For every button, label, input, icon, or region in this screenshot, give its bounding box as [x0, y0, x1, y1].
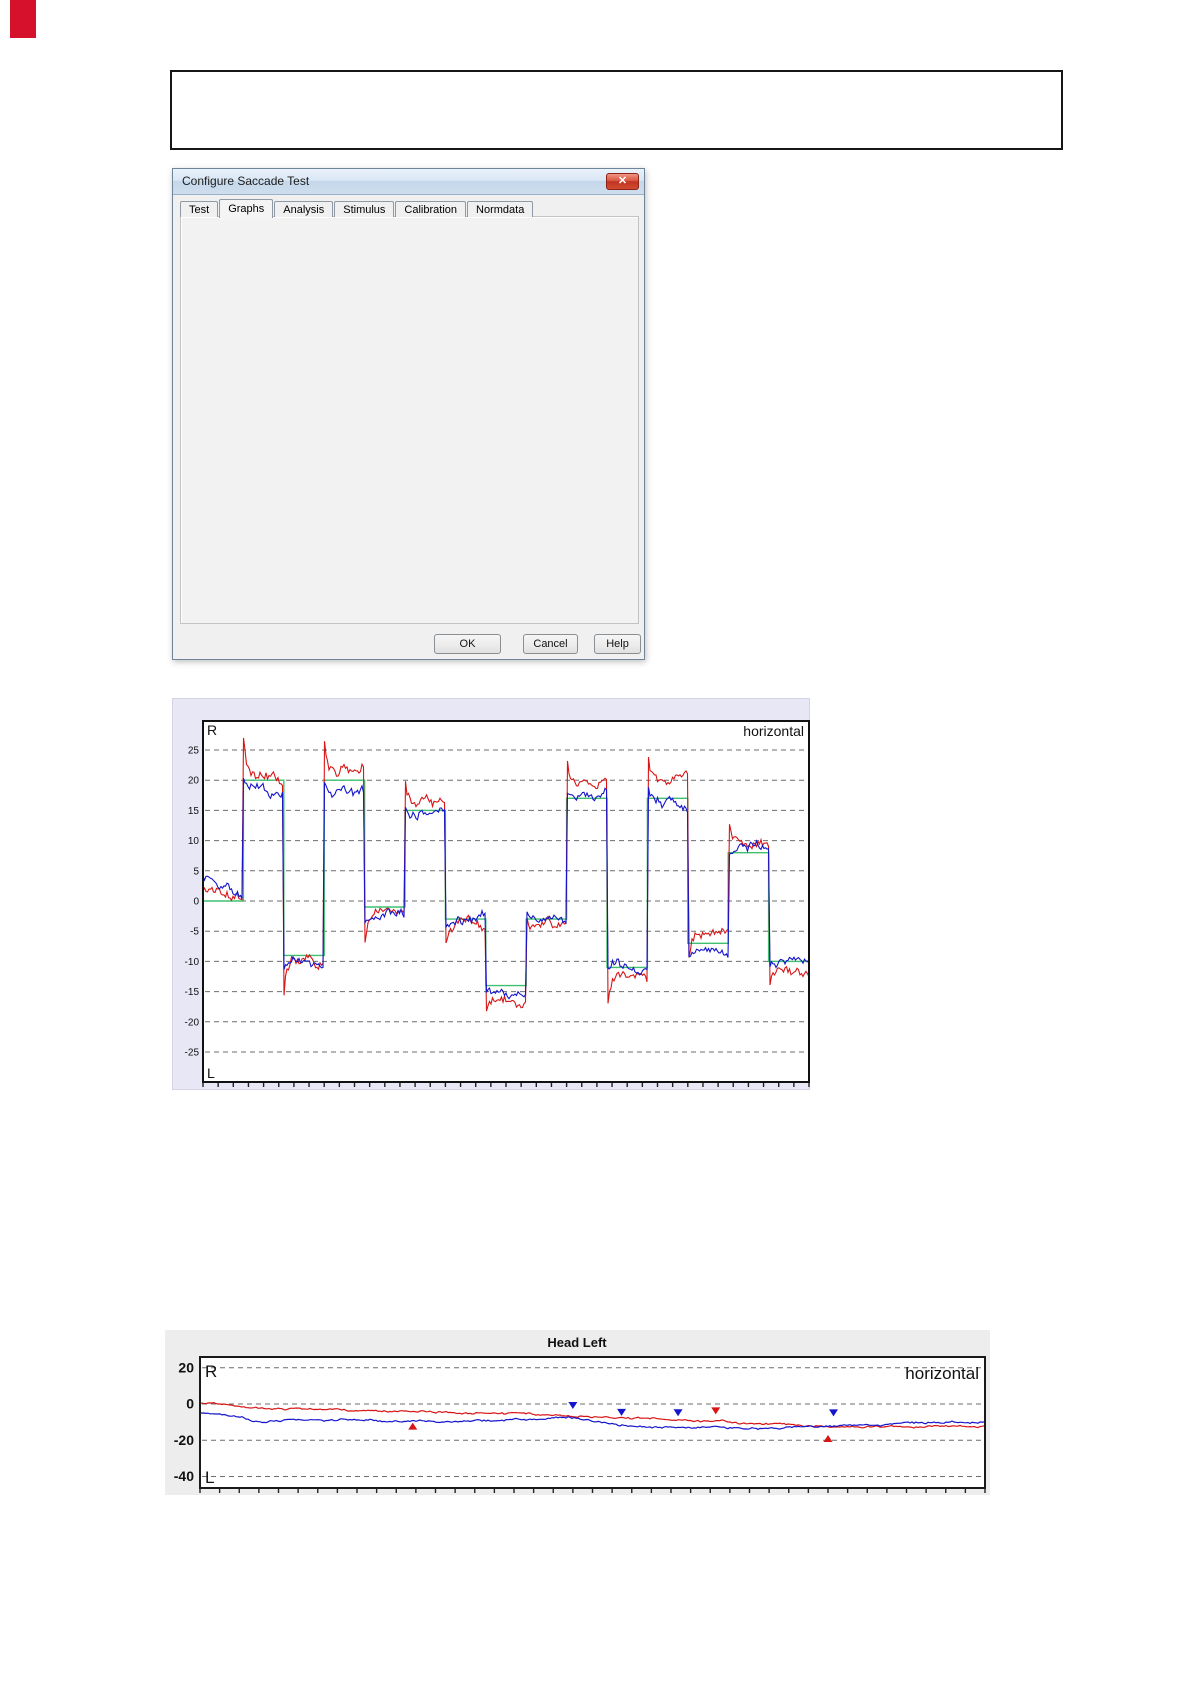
page-corner-red-mark — [10, 0, 36, 38]
y-tick-label: 25 — [188, 746, 200, 757]
chart-title: Head Left — [547, 1335, 607, 1350]
tab-calibration[interactable]: Calibration — [395, 201, 466, 217]
ok-button[interactable]: OK — [434, 634, 501, 654]
tab-stimulus[interactable]: Stimulus — [334, 201, 394, 217]
saccade-chart-svg: 25 20 15 10 5 0 -5 -10 -15 -20 -25 R Lhorizontal — [173, 699, 811, 1091]
left-direction-label: L — [205, 1468, 214, 1487]
dialog-titlebar[interactable]: Configure Saccade Test ✕ — [173, 169, 644, 195]
y-tick-label: -5 — [190, 927, 199, 938]
y-tick-label: 0 — [193, 897, 199, 908]
y-tick-label: -15 — [185, 987, 200, 998]
right-direction-label: R — [205, 1362, 217, 1381]
empty-header-box — [170, 70, 1063, 150]
horizontal-axis-label: horizontal — [743, 723, 804, 739]
cancel-button[interactable]: Cancel — [523, 634, 578, 654]
help-button[interactable]: Help — [594, 634, 641, 654]
y-tick-label: -40 — [174, 1468, 194, 1484]
head-left-chart-svg: Head Left 20 0 -20 -40 R Lhorizontal — [165, 1330, 990, 1495]
y-tick-label: 20 — [178, 1359, 194, 1375]
left-eye-direction-label: L — [207, 1065, 215, 1081]
saccade-position-chart: 25 20 15 10 5 0 -5 -10 -15 -20 -25 R Lhorizontal — [172, 698, 810, 1090]
y-tick-label: 0 — [186, 1396, 194, 1412]
configure-saccade-test-dialog: Configure Saccade Test ✕ TestGraphsAnaly… — [172, 168, 645, 660]
right-eye-direction-label: R — [207, 722, 217, 738]
head-left-chart: Head Left 20 0 -20 -40 R Lhorizontal — [165, 1330, 990, 1495]
dialog-title: Configure Saccade Test — [182, 169, 309, 194]
y-tick-label: 10 — [188, 836, 200, 847]
graphs-tab-page — [180, 216, 639, 624]
y-tick-label: -10 — [185, 957, 200, 968]
tab-test[interactable]: Test — [180, 201, 218, 217]
document-page: Configure Saccade Test ✕ TestGraphsAnaly… — [0, 0, 1191, 1684]
y-tick-label: -25 — [185, 1048, 200, 1059]
tab-normdata[interactable]: Normdata — [467, 201, 533, 217]
tab-analysis[interactable]: Analysis — [274, 201, 333, 217]
tab-graphs[interactable]: Graphs — [219, 199, 273, 218]
y-tick-label: 15 — [188, 806, 200, 817]
y-tick-label: 20 — [188, 776, 200, 787]
y-tick-label: -20 — [174, 1432, 194, 1448]
y-tick-label: 5 — [193, 866, 199, 877]
tab-strip: TestGraphsAnalysisStimulusCalibrationNor… — [180, 199, 534, 217]
close-icon[interactable]: ✕ — [606, 173, 639, 190]
y-tick-label: -20 — [185, 1017, 200, 1028]
horizontal-axis-label: horizontal — [905, 1364, 979, 1383]
